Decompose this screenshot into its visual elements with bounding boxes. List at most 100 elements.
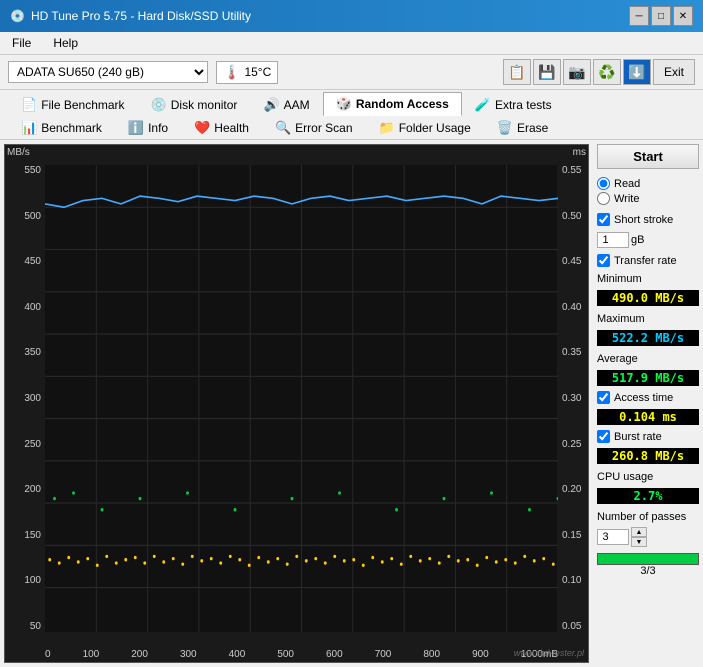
tab-health-label: Health — [214, 121, 249, 135]
tabs-container: 📄 File Benchmark 💿 Disk monitor 🔊 AAM 🎲 … — [0, 90, 703, 140]
short-stroke-checkbox[interactable] — [597, 213, 610, 226]
tab-extra-tests-label: Extra tests — [495, 98, 552, 112]
x-label-300: 300 — [180, 649, 197, 660]
drive-select[interactable]: ADATA SU650 (240 gB) — [8, 61, 208, 83]
toolbar-icons: 📋 💾 📷 ♻️ ⬇️ Exit — [503, 59, 695, 85]
toolbar: ADATA SU650 (240 gB) 🌡️ 15°C 📋 💾 📷 ♻️ ⬇️… — [0, 55, 703, 90]
maximum-value: 522.2 MB/s — [597, 330, 699, 346]
erase-icon: 🗑️ — [497, 120, 513, 136]
access-time-checkbox[interactable] — [597, 391, 610, 404]
tab-folder-usage[interactable]: 📁 Folder Usage — [366, 116, 484, 139]
passes-label: Number of passes — [597, 511, 699, 523]
tab-folder-usage-label: Folder Usage — [399, 121, 471, 135]
transfer-rate-checkbox[interactable] — [597, 254, 610, 267]
passes-spinner: ▲ ▼ — [631, 527, 647, 547]
read-radio-item[interactable]: Read — [597, 177, 699, 190]
burst-rate-checkbox-item[interactable]: Burst rate — [597, 430, 699, 443]
tab-random-access[interactable]: 🎲 Random Access — [323, 92, 462, 116]
y-label-400: 400 — [24, 302, 41, 313]
health-icon: ❤️ — [194, 120, 210, 136]
folder-usage-icon: 📁 — [379, 120, 395, 136]
chart-inner — [45, 165, 558, 632]
access-time-checkbox-item[interactable]: Access time — [597, 391, 699, 404]
toolbar-btn-2[interactable]: 💾 — [533, 59, 561, 85]
tab-benchmark-label: Benchmark — [41, 121, 102, 135]
menu-help[interactable]: Help — [47, 34, 84, 52]
y-right-label-055: 0.55 — [562, 165, 581, 176]
toolbar-btn-4[interactable]: ♻️ — [593, 59, 621, 85]
progress-bar-fill — [598, 554, 698, 564]
read-label: Read — [614, 178, 640, 190]
tab-aam[interactable]: 🔊 AAM — [250, 93, 322, 116]
short-stroke-checkbox-item[interactable]: Short stroke — [597, 213, 699, 226]
tab-erase[interactable]: 🗑️ Erase — [484, 116, 562, 139]
rw-radio-group: Read Write — [597, 177, 699, 205]
right-panel: Start Read Write Short stroke 1 gB Trans… — [593, 140, 703, 667]
y-axis-right-title: ms — [573, 147, 586, 158]
x-axis: 0 100 200 300 400 500 600 700 800 900 10… — [45, 649, 558, 660]
chart-svg — [45, 165, 558, 632]
random-access-icon: 🎲 — [336, 96, 352, 112]
short-stroke-input[interactable]: 1 — [597, 232, 629, 248]
minimum-label: Minimum — [597, 273, 699, 285]
passes-up-button[interactable]: ▲ — [631, 527, 647, 537]
tab-benchmark[interactable]: 📊 Benchmark — [8, 116, 115, 139]
transfer-rate-checkbox-item[interactable]: Transfer rate — [597, 254, 699, 267]
tab-row-2: 📊 Benchmark ℹ️ Info ❤️ Health 🔍 Error Sc… — [8, 116, 695, 139]
short-stroke-unit: gB — [631, 234, 644, 246]
tab-file-benchmark[interactable]: 📄 File Benchmark — [8, 93, 138, 116]
y-right-label-005: 0.05 — [562, 621, 581, 632]
info-icon: ℹ️ — [128, 120, 144, 136]
y-axis-right: 0.55 0.50 0.45 0.40 0.35 0.30 0.25 0.20 … — [558, 165, 588, 632]
disk-monitor-icon: 💿 — [151, 97, 167, 113]
read-radio[interactable] — [597, 177, 610, 190]
y-label-150: 150 — [24, 530, 41, 541]
passes-input[interactable]: 3 — [597, 529, 629, 545]
close-button[interactable]: ✕ — [673, 6, 693, 26]
tab-health[interactable]: ❤️ Health — [181, 116, 262, 139]
app-icon: 💿 — [10, 9, 25, 23]
minimize-button[interactable]: ─ — [629, 6, 649, 26]
write-radio-item[interactable]: Write — [597, 192, 699, 205]
x-label-400: 400 — [229, 649, 246, 660]
toolbar-btn-1[interactable]: 📋 — [503, 59, 531, 85]
x-label-900: 900 — [472, 649, 489, 660]
maximize-button[interactable]: □ — [651, 6, 671, 26]
average-value: 517.9 MB/s — [597, 370, 699, 386]
aam-icon: 🔊 — [263, 97, 279, 113]
toolbar-btn-5[interactable]: ⬇️ — [623, 59, 651, 85]
y-label-250: 250 — [24, 439, 41, 450]
y-right-label-050: 0.50 — [562, 211, 581, 222]
tab-info[interactable]: ℹ️ Info — [115, 116, 181, 139]
menu-file[interactable]: File — [6, 34, 37, 52]
access-time-label: Access time — [614, 392, 673, 404]
x-label-800: 800 — [423, 649, 440, 660]
tab-error-scan-label: Error Scan — [295, 121, 352, 135]
tab-error-scan[interactable]: 🔍 Error Scan — [262, 116, 366, 139]
exit-button[interactable]: Exit — [653, 59, 695, 85]
tab-extra-tests[interactable]: 🧪 Extra tests — [462, 93, 565, 116]
burst-rate-checkbox[interactable] — [597, 430, 610, 443]
toolbar-btn-3[interactable]: 📷 — [563, 59, 591, 85]
maximum-label: Maximum — [597, 313, 699, 325]
progress-bar-wrap: 3/3 — [597, 553, 699, 577]
tab-disk-monitor[interactable]: 💿 Disk monitor — [138, 93, 251, 116]
burst-rate-value: 260.8 MB/s — [597, 448, 699, 464]
passes-down-button[interactable]: ▼ — [631, 537, 647, 547]
error-scan-icon: 🔍 — [275, 120, 291, 136]
access-time-value: 0.104 ms — [597, 409, 699, 425]
burst-rate-label: Burst rate — [614, 431, 662, 443]
start-button[interactable]: Start — [597, 144, 699, 169]
y-label-200: 200 — [24, 484, 41, 495]
y-right-label-015: 0.15 — [562, 530, 581, 541]
write-radio[interactable] — [597, 192, 610, 205]
y-right-label-045: 0.45 — [562, 256, 581, 267]
temperature-value: 15°C — [244, 65, 271, 79]
window-title: HD Tune Pro 5.75 - Hard Disk/SSD Utility — [31, 9, 251, 23]
y-right-label-040: 0.40 — [562, 302, 581, 313]
x-label-600: 600 — [326, 649, 343, 660]
y-axis-left: 550 500 450 400 350 300 250 200 150 100 … — [5, 165, 45, 632]
benchmark-icon: 📊 — [21, 120, 37, 136]
minimum-value: 490.0 MB/s — [597, 290, 699, 306]
tab-info-label: Info — [148, 121, 168, 135]
